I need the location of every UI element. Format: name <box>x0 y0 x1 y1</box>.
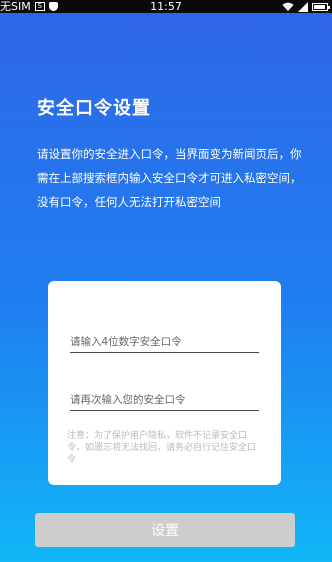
set-button[interactable]: 设置 <box>35 513 295 547</box>
signal-icon <box>298 1 308 12</box>
battery-level <box>314 4 325 9</box>
confirm-passcode-input[interactable] <box>70 389 259 411</box>
passcode-card: 注意：为了保护用户隐私，软件不记录安全口令，如遗忘将无法找回，请务必自行记住安全… <box>48 281 281 485</box>
battery-icon <box>312 2 330 11</box>
status-right <box>282 1 330 12</box>
privacy-note: 注意：为了保护用户隐私，软件不记录安全口令，如遗忘将无法找回，请务必自行记住安全… <box>67 431 257 465</box>
page-description: 请设置你的安全进入口令，当界面变为新闻页后，你需在上部搜索框内输入安全口令才可进… <box>37 147 302 209</box>
passcode-input[interactable] <box>70 331 259 353</box>
page-title: 安全口令设置 <box>37 98 151 119</box>
wifi-icon <box>282 2 294 11</box>
status-bar: 无SIM S 11:57 <box>0 0 332 13</box>
